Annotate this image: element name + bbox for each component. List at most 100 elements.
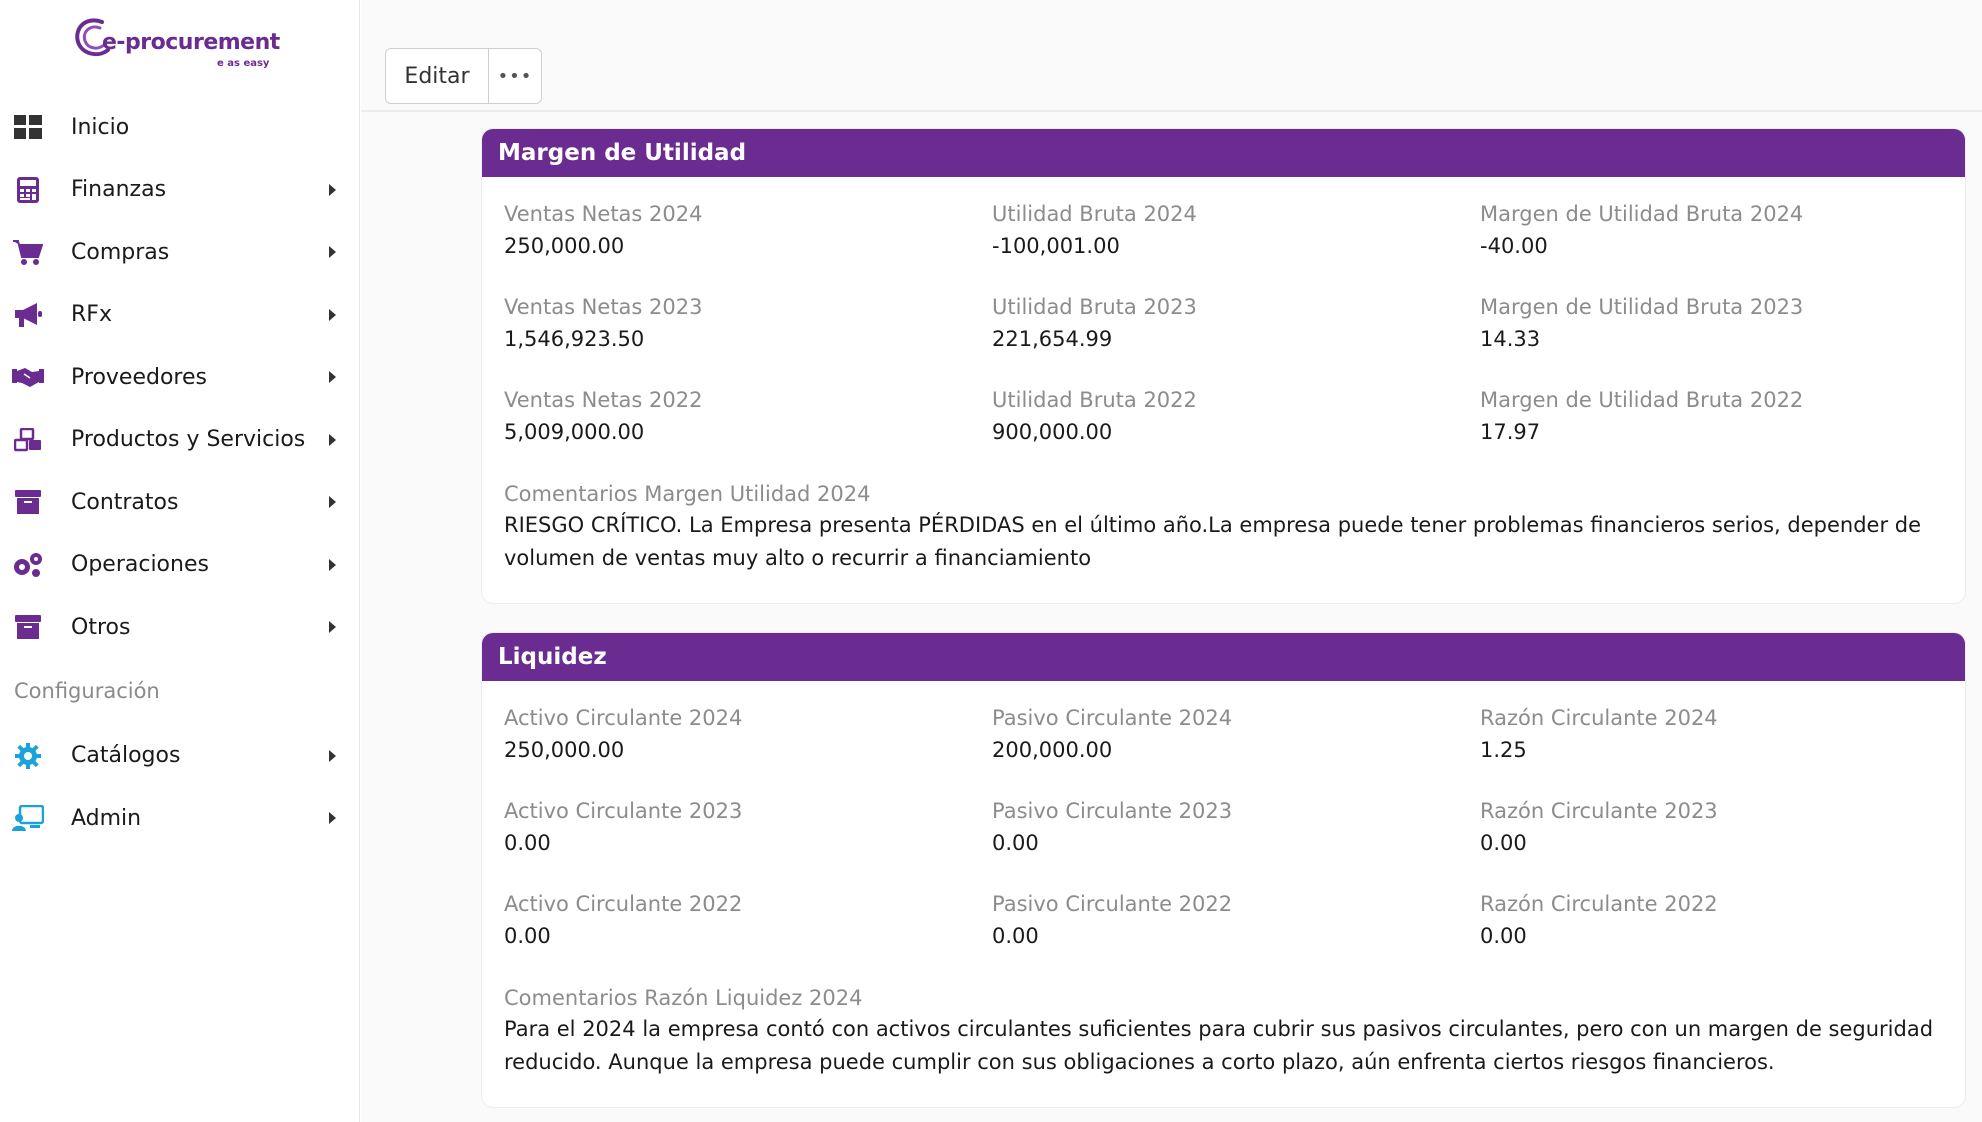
field-value: 0.00 bbox=[504, 831, 551, 855]
field-razon-circulante-2024: Razón Circulante 2024 1.25 bbox=[1480, 703, 1960, 767]
field-label: Utilidad Bruta 2023 bbox=[992, 295, 1197, 319]
field-label: Utilidad Bruta 2022 bbox=[992, 388, 1197, 412]
caret-right-icon bbox=[329, 749, 336, 762]
field-label: Pasivo Circulante 2024 bbox=[992, 706, 1233, 730]
action-button-group: Editar ••• bbox=[385, 48, 542, 104]
field-value: 221,654.99 bbox=[992, 327, 1113, 351]
field-label: Utilidad Bruta 2024 bbox=[992, 202, 1197, 226]
field-value: 1,546,923.50 bbox=[504, 327, 645, 351]
caret-right-icon bbox=[329, 246, 336, 259]
sidebar-item-label: RFx bbox=[71, 302, 112, 328]
sidebar-item-label: Productos y Servicios bbox=[71, 427, 306, 453]
megaphone-icon bbox=[12, 299, 44, 331]
field-utilidad-bruta-2024: Utilidad Bruta 2024 -100,001.00 bbox=[992, 199, 1472, 263]
field-label: Margen de Utilidad Bruta 2024 bbox=[1480, 202, 1804, 226]
field-razon-circulante-2022: Razón Circulante 2022 0.00 bbox=[1480, 889, 1960, 953]
comment-margen-utilidad: Comentarios Margen Utilidad 2024 RIESGO … bbox=[504, 479, 1944, 575]
field-label: Pasivo Circulante 2022 bbox=[992, 892, 1233, 916]
dashboard-icon bbox=[12, 111, 44, 143]
field-razon-circulante-2023: Razón Circulante 2023 0.00 bbox=[1480, 796, 1960, 860]
field-label: Razón Circulante 2024 bbox=[1480, 706, 1718, 730]
field-label: Activo Circulante 2024 bbox=[504, 706, 743, 730]
caret-right-icon bbox=[329, 558, 336, 571]
field-pasivo-circulante-2023: Pasivo Circulante 2023 0.00 bbox=[992, 796, 1472, 860]
comment-label: Comentarios Margen Utilidad 2024 bbox=[504, 482, 871, 506]
sidebar-item-label: Inicio bbox=[71, 114, 130, 140]
caret-right-icon bbox=[329, 371, 336, 384]
comment-text: RIESGO CRÍTICO. La Empresa presenta PÉRD… bbox=[504, 513, 1922, 570]
sidebar-item-productos[interactable]: Productos y Servicios bbox=[0, 409, 360, 472]
sidebar-item-label: Proveedores bbox=[71, 364, 207, 390]
field-value: 5,009,000.00 bbox=[504, 420, 645, 444]
card-title: Liquidez bbox=[482, 633, 1965, 681]
more-options-button[interactable]: ••• bbox=[489, 49, 541, 103]
field-value: 0.00 bbox=[1480, 924, 1527, 948]
field-margen-utilidad-bruta-2023: Margen de Utilidad Bruta 2023 14.33 bbox=[1480, 292, 1960, 356]
field-label: Margen de Utilidad Bruta 2023 bbox=[1480, 295, 1804, 319]
brand-name: e-procurement bbox=[102, 30, 280, 55]
caret-right-icon bbox=[329, 496, 336, 509]
brand-logo[interactable]: e-procurement e as easy bbox=[72, 14, 282, 74]
sidebar-item-finanzas[interactable]: Finanzas bbox=[0, 159, 360, 222]
section-label-configuracion: Configuración bbox=[14, 678, 160, 703]
sidebar-item-compras[interactable]: Compras bbox=[0, 221, 360, 284]
field-value: 17.97 bbox=[1480, 420, 1541, 444]
field-value: -40.00 bbox=[1480, 234, 1548, 258]
archive-icon bbox=[12, 611, 44, 643]
field-label: Razón Circulante 2022 bbox=[1480, 892, 1718, 916]
field-margen-utilidad-bruta-2022: Margen de Utilidad Bruta 2022 17.97 bbox=[1480, 385, 1960, 449]
field-activo-circulante-2023: Activo Circulante 2023 0.00 bbox=[504, 796, 984, 860]
sidebar-item-label: Catálogos bbox=[71, 743, 181, 769]
caret-right-icon bbox=[329, 308, 336, 321]
field-activo-circulante-2022: Activo Circulante 2022 0.00 bbox=[504, 889, 984, 953]
comment-razon-liquidez: Comentarios Razón Liquidez 2024 Para el … bbox=[504, 983, 1944, 1079]
field-value: 900,000.00 bbox=[992, 420, 1113, 444]
sidebar-item-contratos[interactable]: Contratos bbox=[0, 471, 360, 534]
field-value: 1.25 bbox=[1480, 738, 1527, 762]
field-value: 14.33 bbox=[1480, 327, 1541, 351]
sidebar-item-label: Finanzas bbox=[71, 177, 167, 203]
field-label: Ventas Netas 2022 bbox=[504, 388, 703, 412]
sidebar-item-label: Admin bbox=[71, 805, 142, 831]
field-label: Activo Circulante 2022 bbox=[504, 892, 743, 916]
field-label: Activo Circulante 2023 bbox=[504, 799, 743, 823]
toolbar: Editar ••• bbox=[361, 0, 1982, 112]
main-content: Editar ••• Margen de Utilidad Ventas Net… bbox=[361, 0, 1982, 1122]
calculator-icon bbox=[12, 174, 44, 206]
card-title: Margen de Utilidad bbox=[482, 129, 1965, 177]
sidebar-item-otros[interactable]: Otros bbox=[0, 596, 360, 659]
sidebar-item-label: Compras bbox=[71, 239, 170, 265]
boxes-icon bbox=[12, 424, 44, 456]
comment-label: Comentarios Razón Liquidez 2024 bbox=[504, 986, 863, 1010]
sidebar-item-catalogos[interactable]: Catálogos bbox=[0, 725, 360, 788]
sidebar-nav: Inicio Finanzas Compras RFx Proveedores … bbox=[0, 96, 360, 850]
caret-right-icon bbox=[329, 621, 336, 634]
sidebar-item-admin[interactable]: Admin bbox=[0, 787, 360, 850]
field-pasivo-circulante-2024: Pasivo Circulante 2024 200,000.00 bbox=[992, 703, 1472, 767]
field-value: 0.00 bbox=[504, 924, 551, 948]
edit-button[interactable]: Editar bbox=[386, 49, 489, 103]
sidebar-item-operaciones[interactable]: Operaciones bbox=[0, 534, 360, 597]
field-ventas-netas-2024: Ventas Netas 2024 250,000.00 bbox=[504, 199, 984, 263]
field-margen-utilidad-bruta-2024: Margen de Utilidad Bruta 2024 -40.00 bbox=[1480, 199, 1960, 263]
field-label: Margen de Utilidad Bruta 2022 bbox=[1480, 388, 1804, 412]
field-value: 250,000.00 bbox=[504, 234, 625, 258]
sidebar-item-rfx[interactable]: RFx bbox=[0, 284, 360, 347]
gears-icon bbox=[12, 549, 44, 581]
field-value: 0.00 bbox=[992, 924, 1039, 948]
field-value: 0.00 bbox=[992, 831, 1039, 855]
field-value: 0.00 bbox=[1480, 831, 1527, 855]
cart-icon bbox=[12, 236, 44, 268]
caret-right-icon bbox=[329, 812, 336, 825]
sidebar-item-inicio[interactable]: Inicio bbox=[0, 96, 360, 159]
card-margen-utilidad: Margen de Utilidad Ventas Netas 2024 250… bbox=[481, 128, 1966, 604]
field-utilidad-bruta-2023: Utilidad Bruta 2023 221,654.99 bbox=[992, 292, 1472, 356]
gear-icon bbox=[12, 740, 44, 772]
field-label: Razón Circulante 2023 bbox=[1480, 799, 1718, 823]
field-label: Ventas Netas 2024 bbox=[504, 202, 703, 226]
sidebar-item-label: Otros bbox=[71, 614, 131, 640]
sidebar-item-label: Contratos bbox=[71, 489, 179, 515]
sidebar-item-proveedores[interactable]: Proveedores bbox=[0, 346, 360, 409]
caret-right-icon bbox=[329, 183, 336, 196]
config-section: Configuración bbox=[0, 659, 360, 725]
